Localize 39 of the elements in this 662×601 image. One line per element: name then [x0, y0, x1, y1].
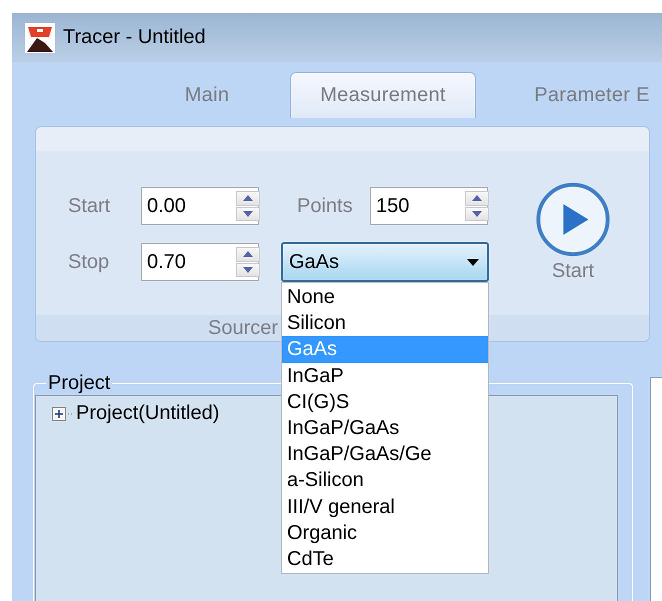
field-label: Start	[68, 194, 112, 218]
dropdown-option[interactable]: InGaP/GaAs	[282, 414, 488, 442]
number-field[interactable]: 0.70	[142, 244, 233, 280]
arrow-up-icon	[243, 251, 253, 258]
group-title: Project	[47, 372, 112, 395]
spin-up-button[interactable]	[236, 191, 260, 206]
dropdown-option[interactable]: None	[282, 284, 488, 310]
number-spinner[interactable]: 150	[370, 187, 488, 225]
tab[interactable]: Measurement	[290, 72, 476, 118]
dropdown-option[interactable]: InGaP/GaAs/Ge	[282, 441, 488, 468]
number-spinner[interactable]: 0.00	[141, 187, 259, 225]
spin-down-button[interactable]	[465, 206, 489, 221]
arrow-down-icon	[243, 210, 253, 217]
tree-item[interactable]: Project(Untitled)	[76, 402, 220, 425]
number-field[interactable]: 0.00	[142, 188, 233, 224]
field-label: Points	[297, 194, 354, 218]
arrow-up-icon	[472, 195, 482, 202]
dropdown-option[interactable]: Silicon	[282, 310, 488, 336]
dropdown-option[interactable]: III/V general	[282, 494, 488, 520]
dropdown-option[interactable]: CI(G)S	[282, 388, 488, 415]
group-label: Sourcer	[208, 316, 278, 340]
window-title: Tracer - Untitled	[63, 26, 206, 49]
arrow-down-icon	[243, 266, 253, 273]
arrow-down-icon	[472, 210, 482, 217]
spin-down-button[interactable]	[236, 206, 260, 221]
dropdown-option[interactable]: InGaP	[282, 362, 488, 389]
field-label: Stop	[68, 250, 110, 274]
dropdown-option[interactable]: Organic	[282, 520, 488, 546]
dropdown-option[interactable]: a-Silicon	[282, 467, 488, 494]
dropdown[interactable]: GaAs	[281, 242, 489, 282]
spin-up-button[interactable]	[465, 191, 489, 206]
caret-icon	[467, 258, 479, 266]
spin-up-button[interactable]	[236, 247, 260, 262]
number-field[interactable]: 150	[371, 188, 462, 224]
app-icon	[25, 22, 55, 52]
dropdown-option[interactable]: CdTe	[282, 546, 488, 572]
number-spinner[interactable]: 0.70	[141, 243, 259, 281]
spin-down-button[interactable]	[236, 262, 260, 277]
arrow-up-icon	[243, 195, 253, 202]
